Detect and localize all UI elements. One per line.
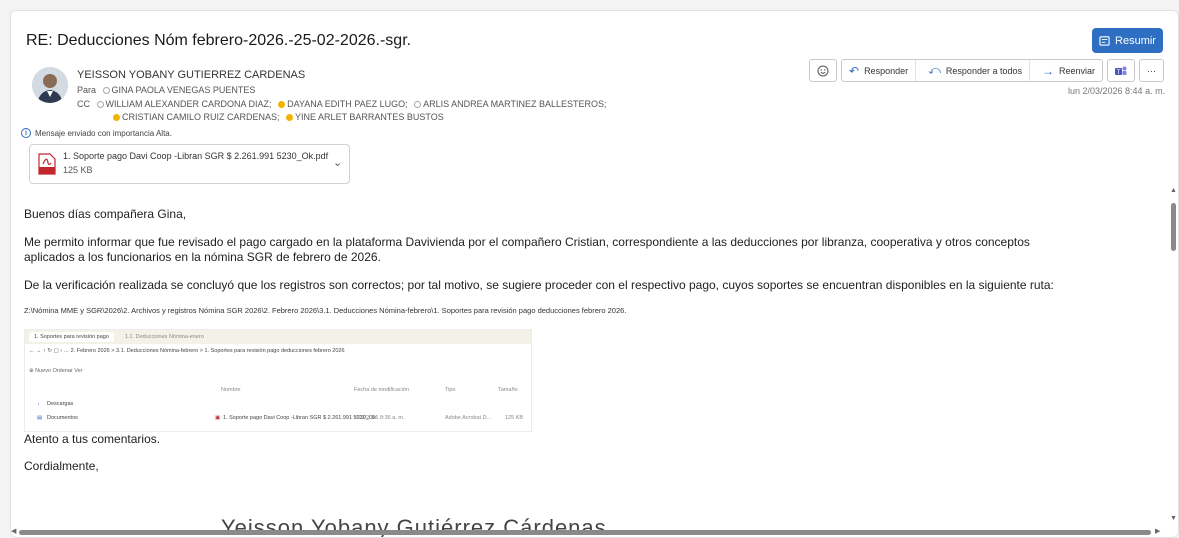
pdf-icon: ▣: [215, 415, 221, 421]
chevron-down-icon[interactable]: ⌄: [333, 156, 342, 169]
explorer-toolbar: ⊕ Nuevo Ordenar Ver: [29, 368, 83, 374]
scroll-left-icon[interactable]: ◀: [11, 527, 16, 535]
reply-all-label: Responder a todos: [945, 65, 1022, 76]
sender-avatar[interactable]: [32, 67, 68, 103]
cc-recipients: CC WILLIAM ALEXANDER CARDONA DIAZ; DAYAN…: [77, 99, 607, 109]
message-actions: ↶ Responder ⤺ Responder a todos → Reenvi…: [809, 59, 1165, 82]
summarize-label: Resumir: [1115, 34, 1156, 47]
sent-date: lun 2/03/2026 8:44 a. m.: [1068, 86, 1166, 96]
presence-away-icon: [286, 114, 294, 121]
importance-notice: i Mensaje enviado con importancia Alta.: [21, 128, 172, 138]
more-icon: ···: [1147, 65, 1157, 76]
email-subject: RE: Deducciones Nóm febrero-2026.-25-02-…: [26, 32, 412, 49]
explorer-file-name: 1. Soporte pago Davi Coop -Libran SGR $ …: [223, 415, 376, 421]
side-item-label: Documentos: [47, 415, 78, 421]
paragraph-2: De la verificación realizada se concluyó…: [24, 278, 1054, 292]
importance-text: Mensaje enviado con importancia Alta.: [35, 128, 172, 138]
scroll-up-icon[interactable]: ▲: [1170, 187, 1177, 194]
explorer-address-bar: ← → ↑ ↻ ▢ › … 2. Febrero 2026 > 3.1. Ded…: [29, 348, 345, 354]
horizontal-scrollbar[interactable]: ◀ ▶: [11, 526, 1178, 537]
explorer-toolbar-items: Nuevo Ordenar Ver: [35, 368, 83, 374]
reply-button[interactable]: ↶ Responder: [842, 60, 917, 81]
closing-line-2: Cordialmente,: [24, 459, 99, 473]
attachment-card[interactable]: 1. Soporte pago Davi Coop -Libran SGR $ …: [29, 144, 350, 184]
download-icon: ↓: [37, 401, 40, 407]
paragraph-1: Me permito informar que fue revisado el …: [24, 235, 1030, 249]
column-type: Tipo: [445, 387, 456, 393]
to-recipient[interactable]: GINA PAOLA VENEGAS PUENTES: [112, 85, 256, 95]
more-actions-button[interactable]: ···: [1139, 59, 1165, 82]
presence-offline-icon: [414, 101, 422, 108]
column-date: Fecha de modificación: [354, 387, 410, 393]
reply-icon: ↶: [849, 63, 860, 78]
greeting: Buenos días compañera Gina,: [24, 207, 187, 221]
forward-label: Reenviar: [1058, 65, 1096, 76]
explorer-tab: 1. Soportes para revisión pago: [29, 332, 114, 342]
explorer-tab: 1.1. Deducciones Nómina-enero: [124, 334, 204, 340]
attachment-name: 1. Soporte pago Davi Coop -Libran SGR $ …: [63, 151, 329, 161]
paragraph-1-continued: aplicados a los funcionarios en la nómin…: [24, 250, 381, 264]
column-size: Tamaño: [498, 387, 518, 393]
cc-label: CC: [77, 99, 90, 109]
column-name: Nombre: [221, 387, 241, 393]
presence-away-icon: [113, 114, 120, 121]
explorer-file-type: Adobe Acrobat D...: [445, 415, 492, 421]
reply-all-icon: ⤺: [928, 63, 941, 77]
scroll-down-icon[interactable]: ▼: [1170, 515, 1177, 522]
summarize-icon: [1099, 36, 1110, 46]
to-recipients: Para GINA PAOLA VENEGAS PUENTES: [77, 85, 255, 95]
vertical-scrollbar[interactable]: ▲ ▼: [1169, 187, 1178, 527]
explorer-file-date: 2/03/2026 8:36 a. m.: [354, 415, 405, 421]
explorer-tabs: 1. Soportes para revisión pago 1.1. Dedu…: [25, 330, 531, 344]
explorer-file-size: 125 KB: [505, 415, 524, 421]
presence-offline-icon: [102, 87, 110, 94]
teams-icon: T: [1115, 66, 1127, 76]
reply-label: Responder: [864, 65, 909, 76]
explorer-address: 2. Febrero 2026 > 3.1. Deducciones Nómin…: [70, 348, 345, 354]
folder-path: Z:\Nómina MME y SGR\2026\2. Archivos y r…: [24, 306, 627, 315]
horizontal-scroll-thumb[interactable]: [19, 530, 1151, 535]
vertical-scroll-thumb[interactable]: [1171, 203, 1176, 251]
teams-share-button[interactable]: T: [1107, 59, 1136, 82]
reply-all-button[interactable]: ⤺ Responder a todos: [921, 60, 1030, 81]
email-reading-pane: RE: Deducciones Nóm febrero-2026.-25-02-…: [10, 10, 1179, 538]
svg-text:T: T: [1117, 70, 1121, 76]
cc-recipient[interactable]: YINE ARLET BARRANTES BUSTOS: [295, 112, 444, 122]
cc-recipient[interactable]: ARLIS ANDREA MARTINEZ BALLESTEROS;: [423, 99, 606, 109]
emoji-reaction-button[interactable]: [809, 59, 837, 82]
cc-recipients-continued: CRISTIAN CAMILO RUIZ CARDENAS; YINE ARLE…: [109, 112, 444, 122]
info-icon: i: [21, 128, 31, 138]
cc-recipient[interactable]: DAYANA EDITH PAEZ LUGO;: [287, 99, 408, 109]
scroll-right-icon[interactable]: ▶: [1155, 527, 1160, 535]
cc-recipient[interactable]: WILLIAM ALEXANDER CARDONA DIAZ;: [106, 99, 272, 109]
to-label: Para: [77, 85, 97, 95]
file-explorer-screenshot: 1. Soportes para revisión pago 1.1. Dedu…: [24, 329, 532, 432]
pdf-icon: [38, 153, 56, 175]
document-icon: ▤: [37, 415, 43, 421]
presence-away-icon: [278, 101, 286, 108]
cc-recipient[interactable]: CRISTIAN CAMILO RUIZ CARDENAS;: [122, 112, 280, 122]
nav-arrows-icon: ← → ↑ ↻ ▢ › …: [29, 348, 71, 354]
attachment-size: 125 KB: [63, 165, 93, 175]
presence-offline-icon: [96, 101, 104, 108]
summarize-button[interactable]: Resumir: [1092, 28, 1163, 53]
closing-line-1: Atento a tus comentarios.: [24, 432, 161, 446]
sender-name[interactable]: YEISSON YOBANY GUTIERREZ CARDENAS: [77, 69, 305, 81]
forward-icon: →: [1041, 63, 1054, 78]
forward-button[interactable]: → Reenviar: [1035, 60, 1102, 81]
side-item-label: Descargas: [47, 401, 74, 407]
reply-group: ↶ Responder ⤺ Responder a todos → Reenvi…: [841, 59, 1104, 82]
smiley-icon: [817, 65, 829, 76]
